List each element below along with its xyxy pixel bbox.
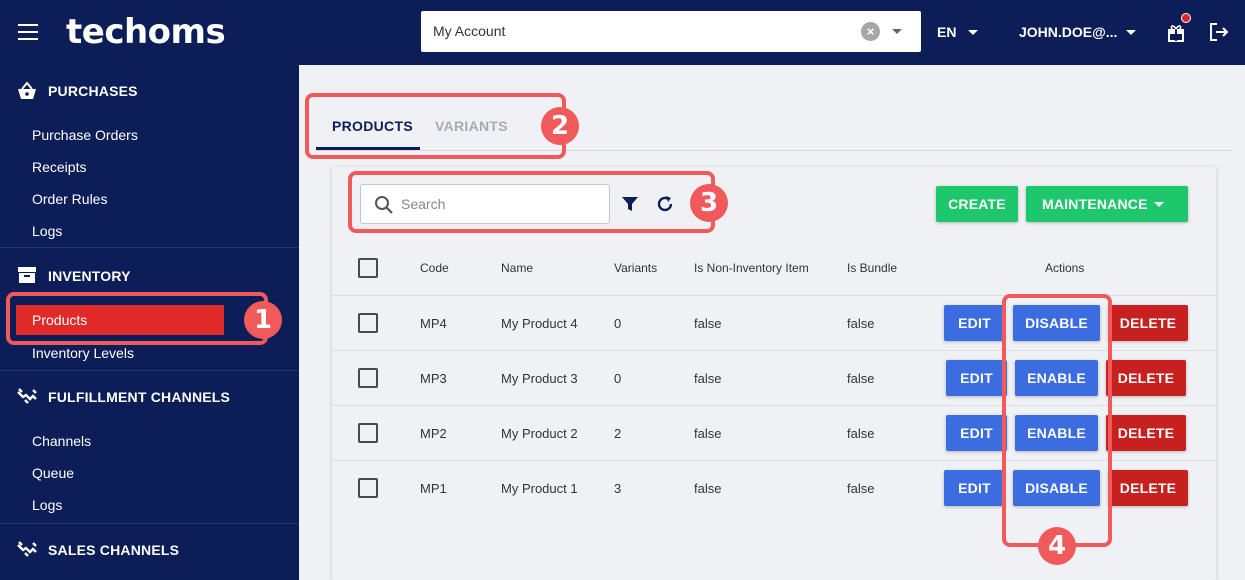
edit-button[interactable]: EDIT xyxy=(946,360,1007,396)
cell-variants: 3 xyxy=(614,481,622,496)
cell-non-inventory: false xyxy=(694,481,722,496)
row-checkbox[interactable] xyxy=(358,423,378,443)
menu-icon[interactable] xyxy=(18,24,38,40)
column-header-bundle[interactable]: Is Bundle xyxy=(847,261,897,275)
logout-icon[interactable] xyxy=(1208,21,1230,43)
cell-non-inventory: false xyxy=(694,316,722,331)
cell-non-inventory: false xyxy=(694,426,722,441)
sidebar-section-inventory[interactable]: INVENTORY xyxy=(48,268,131,284)
cell-bundle: false xyxy=(847,371,875,386)
sidebar-item-purchase-orders[interactable]: Purchase Orders xyxy=(32,127,138,143)
gift-icon[interactable] xyxy=(1166,22,1186,42)
cell-name: My Product 2 xyxy=(501,426,578,441)
cell-code: MP1 xyxy=(420,481,447,496)
handshake-icon xyxy=(17,541,37,557)
cell-bundle: false xyxy=(847,426,875,441)
sidebar-item-channels[interactable]: Channels xyxy=(32,433,91,449)
notification-dot xyxy=(1181,13,1191,23)
delete-button[interactable]: DELETE xyxy=(1108,470,1188,506)
basket-icon xyxy=(18,81,36,99)
cell-bundle: false xyxy=(847,481,875,496)
cell-bundle: false xyxy=(847,316,875,331)
sidebar-item-receipts[interactable]: Receipts xyxy=(32,159,86,175)
annotation-badge-1: 1 xyxy=(244,301,282,339)
chevron-down-icon xyxy=(1154,202,1164,207)
column-header-non-inventory[interactable]: Is Non-Inventory Item xyxy=(694,261,809,275)
maintenance-label: MAINTENANCE xyxy=(1042,196,1148,212)
annotation-box-4 xyxy=(1002,294,1112,547)
annotation-badge-4: 4 xyxy=(1038,527,1076,565)
sidebar-divider xyxy=(0,370,299,371)
sidebar-section-purchases[interactable]: PURCHASES xyxy=(48,83,138,99)
cell-non-inventory: false xyxy=(694,371,722,386)
column-header-variants[interactable]: Variants xyxy=(614,261,657,275)
sidebar-item-order-rules[interactable]: Order Rules xyxy=(32,191,107,207)
cell-name: My Product 4 xyxy=(501,316,578,331)
top-bar: techoms My Account × EN JOHN.DOE@... xyxy=(0,0,1245,65)
archive-icon xyxy=(18,267,36,283)
sidebar-item-logs[interactable]: Logs xyxy=(32,223,62,239)
sidebar-divider xyxy=(0,247,299,248)
annotation-box-1 xyxy=(6,292,268,345)
sidebar-item-inventory-levels[interactable]: Inventory Levels xyxy=(32,345,134,361)
chevron-down-icon[interactable] xyxy=(892,29,902,34)
chevron-down-icon[interactable] xyxy=(968,30,978,35)
annotation-box-3 xyxy=(348,171,715,233)
cell-variants: 0 xyxy=(614,371,622,386)
chevron-down-icon[interactable] xyxy=(1126,30,1136,35)
row-checkbox[interactable] xyxy=(358,313,378,333)
row-checkbox[interactable] xyxy=(358,368,378,388)
create-button[interactable]: CREATE xyxy=(936,186,1018,222)
maintenance-button[interactable]: MAINTENANCE xyxy=(1026,186,1188,222)
cell-code: MP4 xyxy=(420,316,447,331)
account-select-value: My Account xyxy=(433,23,506,39)
cell-name: My Product 1 xyxy=(501,481,578,496)
app-logo: techoms xyxy=(66,12,226,52)
cell-variants: 2 xyxy=(614,426,622,441)
account-select[interactable]: My Account × xyxy=(421,11,921,52)
row-checkbox[interactable] xyxy=(358,478,378,498)
user-menu[interactable]: JOHN.DOE@... xyxy=(1019,24,1117,40)
delete-button[interactable]: DELETE xyxy=(1106,415,1186,451)
annotation-badge-3: 3 xyxy=(690,184,728,222)
column-header-name[interactable]: Name xyxy=(501,261,533,275)
sidebar-item-fulfillment-logs[interactable]: Logs xyxy=(32,497,62,513)
select-all-checkbox[interactable] xyxy=(358,258,378,278)
edit-button[interactable]: EDIT xyxy=(944,470,1005,506)
annotation-box-2 xyxy=(305,93,566,159)
cell-name: My Product 3 xyxy=(501,371,578,386)
cell-variants: 0 xyxy=(614,316,622,331)
cell-code: MP3 xyxy=(420,371,447,386)
language-select[interactable]: EN xyxy=(937,24,956,40)
sidebar-divider xyxy=(0,523,299,524)
annotation-badge-2: 2 xyxy=(541,107,579,145)
edit-button[interactable]: EDIT xyxy=(944,305,1005,341)
delete-button[interactable]: DELETE xyxy=(1108,305,1188,341)
column-header-code[interactable]: Code xyxy=(420,261,449,275)
sidebar-section-sales-channels[interactable]: SALES CHANNELS xyxy=(48,542,179,558)
sidebar-item-queue[interactable]: Queue xyxy=(32,465,74,481)
clear-icon[interactable]: × xyxy=(861,22,880,41)
cell-code: MP2 xyxy=(420,426,447,441)
edit-button[interactable]: EDIT xyxy=(946,415,1007,451)
sidebar-section-fulfillment-channels[interactable]: FULFILLMENT CHANNELS xyxy=(48,389,230,405)
handshake-icon xyxy=(17,388,37,404)
column-header-actions: Actions xyxy=(1045,261,1085,275)
delete-button[interactable]: DELETE xyxy=(1106,360,1186,396)
